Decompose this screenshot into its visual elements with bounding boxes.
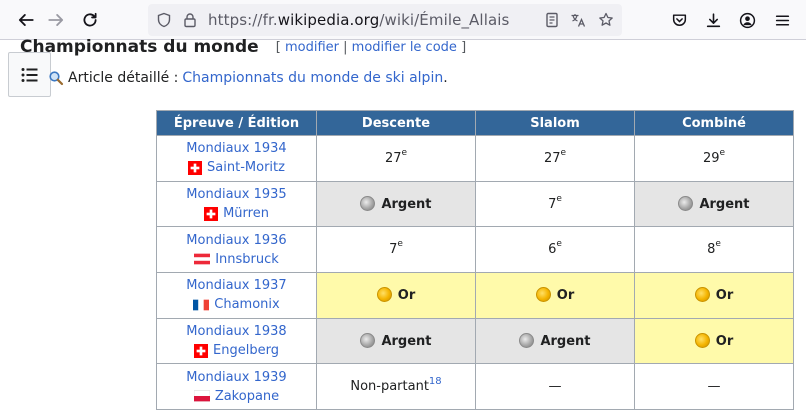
downloads-button[interactable]	[701, 8, 725, 32]
shield-icon[interactable]	[156, 12, 172, 28]
account-icon	[739, 12, 755, 28]
gold-medal-icon	[694, 332, 710, 348]
browser-toolbar: https://fr.wikipedia.org/wiki/Émile_Alla…	[0, 0, 806, 40]
rank-cell: 7e	[475, 180, 635, 228]
table-of-contents-button[interactable]	[8, 52, 51, 97]
flag-icon	[204, 204, 223, 223]
silver-medal-cell: Argent	[316, 180, 476, 228]
back-button[interactable]	[14, 8, 38, 32]
gold-medal-cell: Or	[634, 272, 794, 319]
gold-medal-icon	[694, 286, 710, 302]
column-header: Slalom	[475, 110, 635, 136]
table-row: Mondiaux 1939 Zakopane Non-partant18— —	[156, 363, 794, 411]
edit-source-link[interactable]: modifier le code	[352, 40, 457, 55]
edition-link[interactable]: Mondiaux 1934	[186, 141, 286, 156]
forward-arrow-icon	[48, 14, 64, 26]
forward-button[interactable]	[44, 8, 68, 32]
reference-link[interactable]: 18	[429, 376, 442, 387]
silver-medal-icon	[519, 332, 535, 348]
flag-icon	[188, 158, 207, 177]
results-table-body: Mondiaux 1934 Saint-Moritz 27e 27e 29e Mondia…	[156, 135, 794, 411]
status-cell: —	[475, 363, 635, 411]
gold-medal-cell: Or	[316, 272, 476, 319]
lock-icon[interactable]	[182, 12, 198, 28]
back-arrow-icon	[18, 14, 34, 26]
url-bar[interactable]: https://fr.wikipedia.org/wiki/Émile_Alla…	[148, 4, 622, 36]
table-row: Mondiaux 1934 Saint-Moritz 27e 27e 29e	[156, 135, 794, 182]
reload-button[interactable]	[78, 8, 102, 32]
silver-medal-cell: Argent	[634, 180, 794, 228]
bookmark-star-icon[interactable]	[598, 12, 614, 28]
place-link[interactable]: Zakopane	[215, 387, 279, 406]
table-row: Mondiaux 1938 Engelberg Argent Argent Or	[156, 317, 794, 365]
gold-medal-cell: Or	[475, 272, 635, 319]
edition-cell: Mondiaux 1937 Chamonix	[156, 272, 317, 319]
table-row: Mondiaux 1936 Innsbruck 7e 6e 8e	[156, 226, 794, 274]
reader-view-icon[interactable]	[544, 12, 560, 28]
edition-link[interactable]: Mondiaux 1935	[186, 187, 286, 202]
rank-cell: 27e	[316, 135, 476, 182]
pocket-icon	[672, 13, 686, 26]
account-button[interactable]	[735, 8, 759, 32]
silver-medal-icon	[678, 195, 694, 211]
results-table: Épreuve / Édition Descente Slalom Combiné M…	[156, 110, 794, 411]
rank-cell: 6e	[475, 226, 635, 274]
edit-section-link[interactable]: modifier	[285, 40, 339, 55]
place-link[interactable]: Engelberg	[213, 341, 279, 360]
edition-cell: Mondiaux 1935 Mürren	[156, 180, 317, 228]
gold-medal-icon	[376, 286, 392, 302]
gold-medal-cell: Or	[634, 317, 794, 365]
table-row: Mondiaux 1935 Mürren Argent 7e Argent	[156, 180, 794, 228]
edition-link[interactable]: Mondiaux 1937	[186, 278, 286, 293]
edition-link[interactable]: Mondiaux 1938	[186, 324, 286, 339]
place-link[interactable]: Chamonix	[214, 295, 279, 314]
hamburger-menu-icon	[775, 14, 789, 26]
section-heading: Championnats du monde	[20, 37, 259, 57]
silver-medal-cell: Argent	[475, 317, 635, 365]
main-article-label: Article détaillé :	[68, 70, 179, 86]
flag-icon	[193, 295, 214, 314]
flag-icon	[193, 387, 215, 406]
edition-cell: Mondiaux 1934 Saint-Moritz	[156, 135, 317, 182]
column-header: Combiné	[634, 110, 794, 136]
section-heading-row: Championnats du monde [ modifier | modif…	[20, 36, 466, 58]
silver-medal-cell: Argent	[316, 317, 476, 365]
column-header: Épreuve / Édition	[156, 110, 317, 136]
download-icon	[706, 12, 720, 27]
edition-cell: Mondiaux 1938 Engelberg	[156, 317, 317, 365]
rank-cell: 29e	[634, 135, 794, 182]
menu-button[interactable]	[770, 8, 794, 32]
silver-medal-icon	[360, 195, 376, 211]
place-link[interactable]: Innsbruck	[215, 250, 279, 269]
edition-link[interactable]: Mondiaux 1939	[186, 370, 286, 385]
rank-cell: 8e	[634, 226, 794, 274]
rank-cell: 27e	[475, 135, 635, 182]
gold-medal-icon	[535, 286, 551, 302]
edition-cell: Mondiaux 1939 Zakopane	[156, 363, 317, 411]
table-row: Mondiaux 1937 Chamonix Or Or Or	[156, 272, 794, 319]
main-article-link[interactable]: Championnats du monde de ski alpin	[182, 70, 443, 86]
url-text[interactable]: https://fr.wikipedia.org/wiki/Émile_Alla…	[208, 11, 509, 29]
pocket-button[interactable]	[667, 8, 691, 32]
place-link[interactable]: Saint-Moritz	[207, 158, 285, 177]
silver-medal-icon	[360, 332, 376, 348]
column-header: Descente	[316, 110, 476, 136]
rank-cell: 7e	[316, 226, 476, 274]
magnifier-icon	[49, 71, 64, 86]
flag-icon	[194, 341, 213, 360]
status-cell: Non-partant18	[316, 363, 476, 411]
table-header-row: Épreuve / Édition Descente Slalom Combiné	[156, 110, 794, 136]
reload-icon	[83, 12, 97, 27]
translate-icon[interactable]	[570, 12, 586, 28]
edition-cell: Mondiaux 1936 Innsbruck	[156, 226, 317, 274]
place-link[interactable]: Mürren	[223, 204, 269, 223]
section-edit-links: [ modifier | modifier le code ]	[275, 40, 467, 55]
main-article-note: Article détaillé : Championnats du monde…	[48, 70, 448, 86]
flag-icon	[194, 250, 215, 269]
edition-link[interactable]: Mondiaux 1936	[186, 233, 286, 248]
list-icon	[21, 67, 37, 82]
status-cell: —	[634, 363, 794, 411]
